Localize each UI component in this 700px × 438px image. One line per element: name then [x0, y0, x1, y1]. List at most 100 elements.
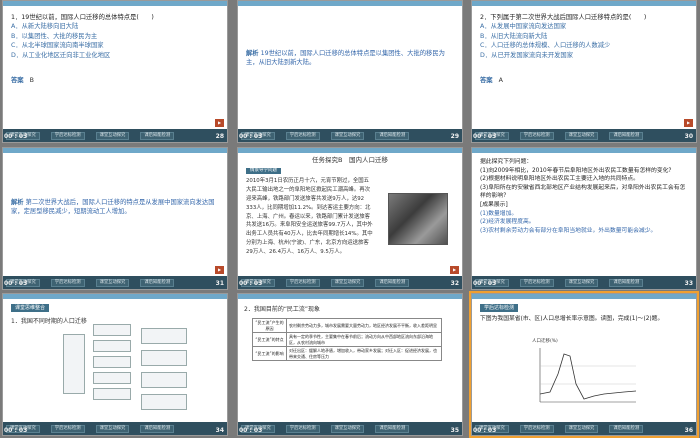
question-text: 1．19世纪以前，国际人口迁移的总体特点是( ) — [11, 14, 154, 21]
slide-label: 00 : 03 28 — [2, 133, 228, 141]
next-icon[interactable]: ▶ — [215, 119, 224, 127]
slide-30[interactable]: 2．下列属于第二次世界大战后国际人口迁移特点的是( ) A．从发展中国家流向发达… — [471, 0, 697, 143]
diagram-box — [93, 356, 131, 368]
slide-top-bar — [238, 1, 462, 6]
option-c: C．人口迁移的总体规模、人口迁移的人数减少 — [480, 42, 611, 50]
analysis-label: 解析 — [246, 50, 259, 57]
slide-29[interactable]: 解析 19世纪以前，国际人口迁移的总体特点是以集团性、大批的移民为主，从旧大陆到… — [237, 0, 463, 143]
question-text: 2．下列属于第二次世界大战后国际人口迁移特点的是( ) — [480, 14, 647, 21]
results-label: [成果展示] — [480, 201, 508, 208]
slide-time: 00 : 03 — [4, 427, 28, 434]
slide-number: 34 — [215, 427, 224, 434]
analysis-label: 解析 — [11, 199, 24, 206]
slide-35[interactable]: 2．我国目前的“民工流”现象 “民工流”产生的原因 农村剩余劳动力多，城市发展需… — [237, 293, 463, 436]
row-header: “民工流”产生的原因 — [252, 318, 287, 334]
diagram-box — [141, 328, 187, 344]
intro-text: 据此探究下列问题： — [480, 159, 533, 165]
slide-content: 解析 第二次世界大战后，国际人口迁移的特点是从发展中国家流向发达国家，定居型移民… — [11, 198, 219, 265]
diagram-box — [93, 388, 131, 400]
analysis-text: 第二次世界大战后，国际人口迁移的特点是从发展中国家流向发达国家，定居型移民减少，… — [11, 199, 215, 216]
slide-label: 00 : 03 35 — [237, 427, 463, 435]
question-text: 下图为我国某省(市、区)人口总增长率示意图。读图，完成(1)～(2)题。 — [480, 316, 664, 322]
option-c: C．从北半球国家流向南半球国家 — [11, 42, 104, 50]
slide-33[interactable]: 据此探究下列问题： (1)向2009年相比，2010年春节后阜阳地区外出农民工数… — [471, 147, 697, 290]
slide-top-bar — [238, 148, 462, 153]
slide-number: 32 — [450, 280, 459, 287]
slide-content: 解析 19世纪以前，国际人口迁移的总体特点是以集团性、大批的移民为主，从旧大陆到… — [246, 49, 454, 118]
diagram-box — [141, 372, 187, 388]
slide-34[interactable]: 课堂思维整合 1．我国不同时期的人口迁移 课堂互动探究 学后达标检测 课堂互动探… — [2, 293, 228, 436]
slide-time: 00 : 03 — [473, 427, 497, 434]
crowd-photo — [388, 193, 448, 245]
next-icon[interactable]: ▶ — [215, 266, 224, 274]
answer-value: A — [498, 77, 503, 85]
analysis-text: 19世纪以前，国际人口迁移的总体特点是以集团性、大批的移民为主，从旧大陆到新大陆… — [246, 50, 445, 67]
row-content: 对迁出区：缓解人地矛盾，增加收入，带动家乡发展；对迁入区：促进经济发展，也带来交… — [286, 346, 442, 362]
slide-top-bar — [472, 1, 696, 6]
option-d: D．从已开发国家流向未开发国家 — [480, 51, 574, 59]
slide-number: 35 — [450, 427, 459, 434]
slide-number: 28 — [215, 133, 224, 140]
slide-content: 2．下列属于第二次世界大战后国际人口迁移特点的是( ) A．从发展中国家流向发达… — [480, 13, 688, 118]
question-item-1: (1)向2009年相比，2010年春节后阜阳地区外出农民工数量有怎样的变化？ — [480, 167, 675, 174]
slide-top-bar — [3, 148, 227, 153]
row-header: “民工流”的特点 — [252, 332, 287, 348]
slide-top-bar — [472, 148, 696, 153]
answer-value: B — [29, 77, 34, 85]
question-item-2: (2)根据材料说明阜阳地区外出农民工主要迁入地的共同特点。 — [480, 176, 639, 183]
slide-label: 00 : 03 34 — [2, 427, 228, 435]
slide-label: 00 : 03 33 — [471, 280, 697, 288]
table-row: “民工流”的影响 对迁出区：缓解人地矛盾，增加收入，带动家乡发展；对迁入区：促进… — [252, 346, 442, 362]
next-icon[interactable]: ▶ — [684, 119, 693, 127]
slide-36[interactable]: 学后达标检测 下图为我国某省(市、区)人口总增长率示意图。读图，完成(1)～(2… — [469, 291, 699, 438]
row-header: “民工流”的影响 — [252, 346, 287, 362]
slide-number: 30 — [684, 133, 693, 140]
slide-number: 29 — [450, 133, 459, 140]
body-text: 2010年3月1日农历正月十六，元宵节刚过，全国五大民工输出地之一的阜阳地区掀起… — [246, 178, 373, 255]
row-content: 具有一定的季节性，主要集中在春节前后；流动方向从中西部地区流向东部沿海地区，从农… — [286, 332, 442, 348]
diagram-box — [93, 340, 131, 352]
row-content: 农村剩余劳动力多，城市发展需要大量劳动力，地区经济发展不平衡，收入差距明显 — [286, 318, 442, 334]
chart-line — [539, 353, 637, 400]
answer-label: 答案 — [480, 77, 493, 85]
option-a: A．从新大陆移向旧大陆 — [11, 23, 79, 31]
slide-title: 任务探究B 国内人口迁移 — [312, 156, 388, 164]
slide-label: 00 : 03 29 — [237, 133, 463, 141]
table-row: “民工流”的特点 具有一定的季节性，主要集中在春节前后；流动方向从中西部地区流向… — [252, 332, 442, 348]
option-b: B．从旧大陆流向新大陆 — [480, 32, 548, 40]
slide-time: 00 : 03 — [239, 427, 263, 434]
result-2: (2)经济发展程度高。 — [480, 219, 535, 226]
next-icon[interactable]: ▶ — [450, 266, 459, 274]
slide-top-bar — [3, 294, 227, 299]
slide-time: 00 : 03 — [239, 133, 263, 140]
slide-time: 00 : 03 — [473, 280, 497, 287]
option-b: B．以集团性、大批的移民为主 — [11, 32, 98, 40]
slide-top-bar — [472, 294, 696, 299]
result-3: (3)农村剩余劳动力会有部分在阜阳当地就业，外出数量可能会减少。 — [480, 227, 657, 234]
line-chart: 人口迁移(%) — [532, 338, 642, 408]
section-tag: 情景导学问题 — [246, 168, 281, 175]
slide-32[interactable]: 任务探究B 国内人口迁移 情景导学问题 2010年3月1日农历正月十六，元宵节刚… — [237, 147, 463, 290]
slide-28[interactable]: 1．19世纪以前，国际人口迁移的总体特点是( ) A．从新大陆移向旧大陆 B．以… — [2, 0, 228, 143]
slide-label: 00 : 03 31 — [2, 280, 228, 288]
slide-time: 00 : 03 — [239, 280, 263, 287]
table-row: “民工流”产生的原因 农村剩余劳动力多，城市发展需要大量劳动力，地区经济发展不平… — [252, 318, 442, 334]
slide-time: 00 : 03 — [4, 280, 28, 287]
slide-31[interactable]: 解析 第二次世界大战后，国际人口迁移的特点是从发展中国家流向发达国家，定居型移民… — [2, 147, 228, 290]
slide-top-bar — [238, 294, 462, 299]
slide-content: 据此探究下列问题： (1)向2009年相比，2010年春节后阜阳地区外出农民工数… — [480, 158, 688, 265]
diagram-box — [63, 334, 85, 394]
slide-label: 00 : 03 36 — [471, 427, 697, 435]
flow-diagram — [63, 324, 193, 419]
answer-label: 答案 — [11, 77, 24, 85]
section-heading: 2．我国目前的“民工流”现象 — [244, 306, 321, 313]
option-a: A．从发展中国家流向发达国家 — [480, 23, 567, 31]
slide-content: 2．我国目前的“民工流”现象 “民工流”产生的原因 农村剩余劳动力多，城市发展需… — [244, 303, 454, 411]
section-tag: 课堂思维整合 — [11, 304, 50, 312]
slide-top-bar — [3, 1, 227, 6]
diagram-box — [93, 372, 131, 384]
slide-time: 00 : 03 — [4, 133, 28, 140]
diagram-box — [141, 394, 187, 410]
slide-time: 00 : 03 — [473, 133, 497, 140]
diagram-box — [93, 324, 131, 336]
